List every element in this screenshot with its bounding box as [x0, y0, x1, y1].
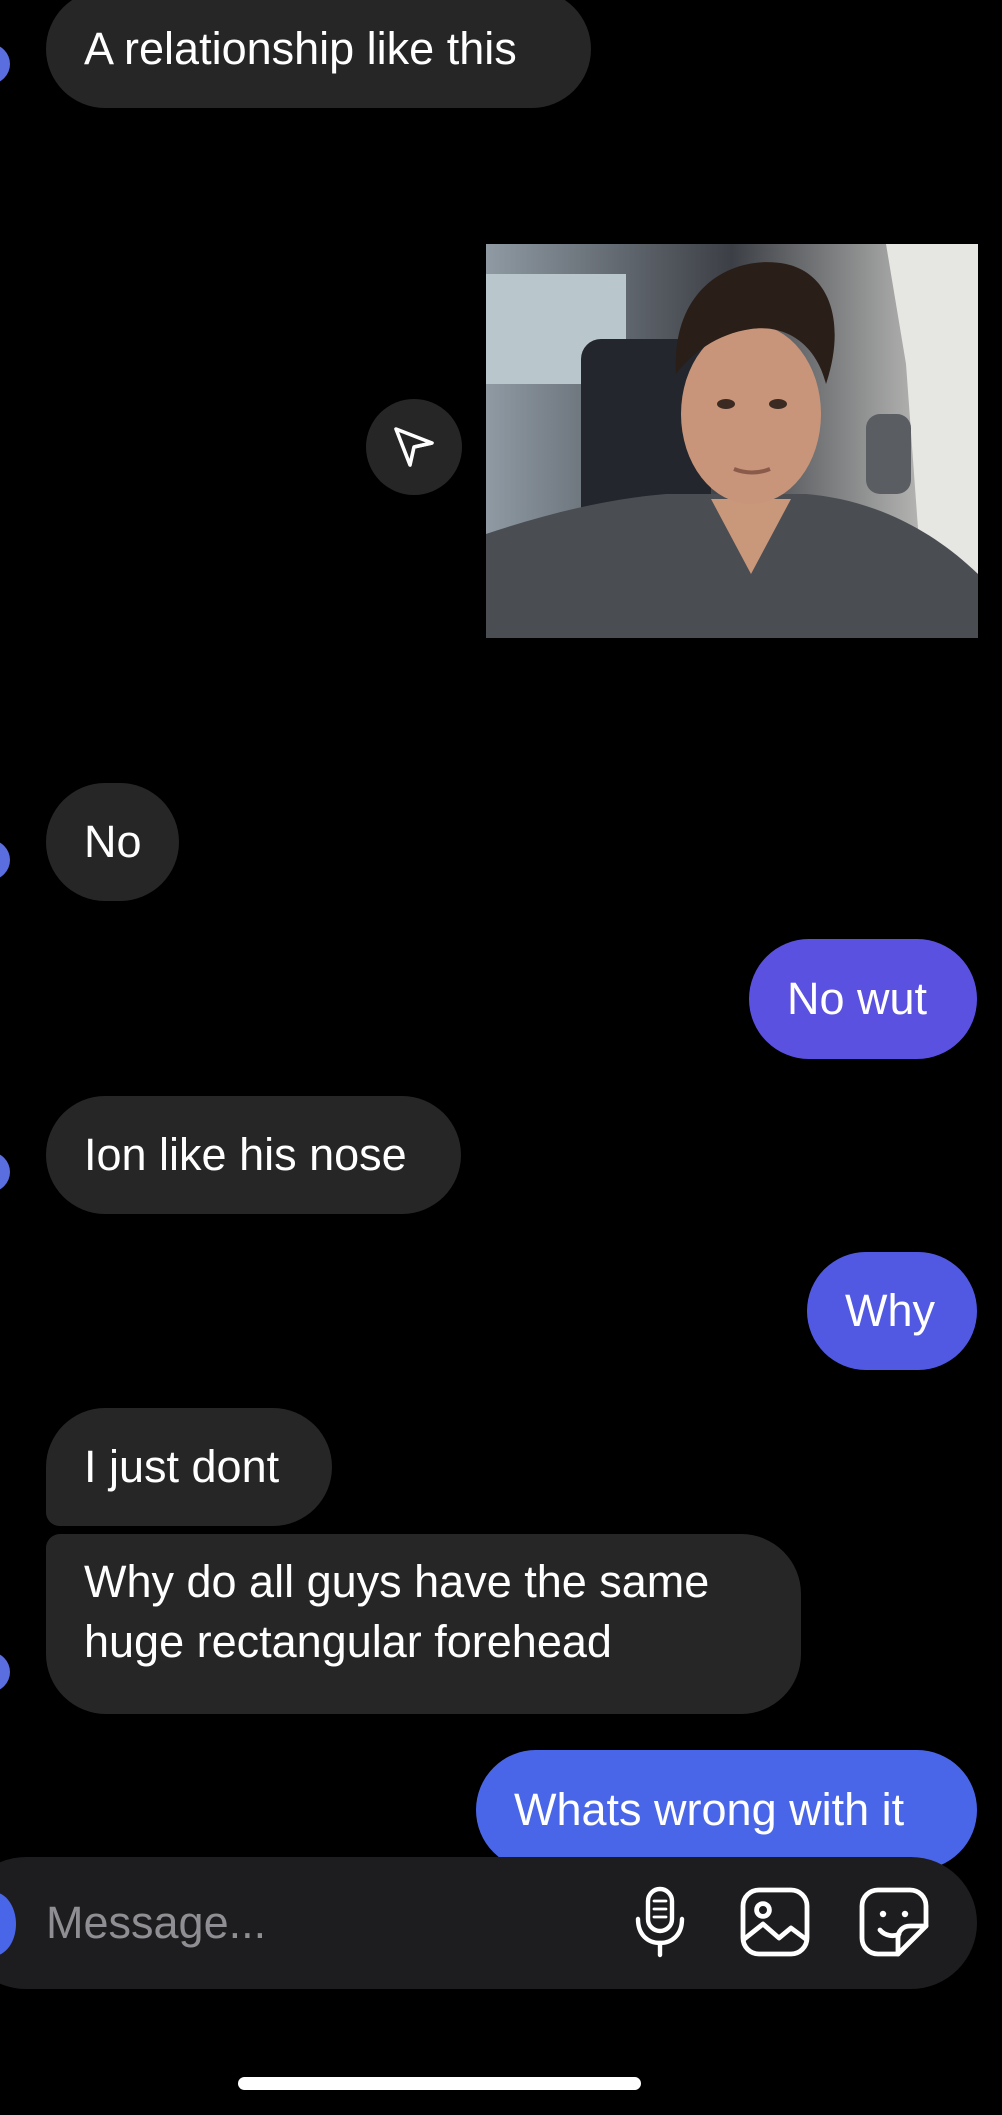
- image-icon: [740, 1887, 810, 1957]
- message-text: A relationship like this: [84, 23, 517, 74]
- share-button[interactable]: [366, 399, 462, 495]
- message-text: I just dont: [84, 1441, 280, 1492]
- incoming-message[interactable]: Why do all guys have the same huge recta…: [46, 1534, 801, 1714]
- selfie-photo[interactable]: [486, 244, 978, 638]
- message-text: Why: [845, 1285, 935, 1336]
- outgoing-message[interactable]: No wut: [749, 939, 977, 1059]
- incoming-message[interactable]: A relationship like this: [46, 0, 591, 108]
- incoming-message[interactable]: Ion like his nose: [46, 1096, 461, 1214]
- outgoing-message[interactable]: Whats wrong with it: [476, 1750, 977, 1870]
- sender-avatar[interactable]: [0, 1152, 10, 1192]
- gallery-button[interactable]: [735, 1882, 815, 1962]
- message-input[interactable]: [46, 1893, 606, 1953]
- microphone-icon: [635, 1886, 685, 1958]
- message-text: No: [84, 816, 142, 867]
- incoming-message[interactable]: No: [46, 783, 179, 901]
- sender-avatar[interactable]: [0, 1652, 10, 1692]
- message-text: Whats wrong with it: [514, 1784, 905, 1835]
- incoming-message[interactable]: I just dont: [46, 1408, 332, 1526]
- sender-avatar[interactable]: [0, 44, 10, 84]
- outgoing-message[interactable]: Why: [807, 1252, 977, 1370]
- home-indicator[interactable]: [238, 2077, 641, 2090]
- voice-message-button[interactable]: [620, 1882, 700, 1962]
- send-icon: [394, 427, 434, 467]
- message-text: Ion like his nose: [84, 1129, 407, 1180]
- message-text: No wut: [787, 973, 928, 1024]
- sticker-button[interactable]: [854, 1882, 934, 1962]
- sticker-icon: [859, 1887, 929, 1957]
- message-text: Why do all guys have the same huge recta…: [84, 1556, 710, 1667]
- sender-avatar[interactable]: [0, 840, 10, 880]
